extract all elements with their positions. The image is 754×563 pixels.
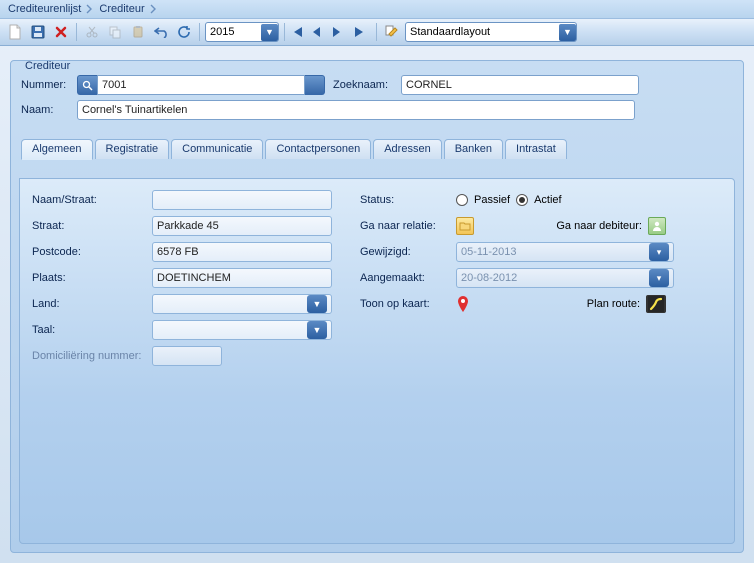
taal-label: Taal: (32, 324, 152, 336)
plaats-label: Plaats: (32, 272, 152, 284)
radio-actief[interactable] (516, 194, 528, 206)
straat-label: Straat: (32, 220, 152, 232)
chevron-right-icon (149, 1, 159, 17)
status-label: Status: (360, 194, 456, 206)
ga-debiteur-label: Ga naar debiteur: (556, 220, 642, 232)
postcode-input[interactable]: 6578 FB (152, 242, 332, 262)
chevron-down-icon: ▼ (261, 24, 278, 41)
nummer-input[interactable]: 7001 (97, 75, 305, 95)
straat-input[interactable]: Parkkade 45 (152, 216, 332, 236)
domiciliering-label: Domiciliëring nummer: (32, 350, 152, 362)
map-pin-icon[interactable] (456, 295, 470, 313)
new-icon[interactable] (5, 22, 25, 42)
toon-kaart-label: Toon op kaart: (360, 298, 456, 310)
last-record-icon[interactable] (353, 26, 371, 38)
calendar-dropdown-icon[interactable]: ▾ (649, 269, 669, 287)
breadcrumb-item-crediteur[interactable]: Crediteur (95, 3, 148, 15)
naam-straat-input[interactable] (152, 190, 332, 210)
save-icon[interactable] (28, 22, 48, 42)
undo-icon[interactable] (151, 22, 171, 42)
separator (199, 23, 200, 41)
cut-icon[interactable] (82, 22, 102, 42)
nummer-label: Nummer: (21, 79, 77, 91)
aangemaakt-label: Aangemaakt: (360, 272, 456, 284)
tab-bar: Algemeen Registratie Communicatie Contac… (11, 139, 743, 159)
plan-route-label: Plan route: (587, 298, 640, 310)
header-fields: Nummer: 7001 Zoeknaam: CORNEL Naam: Corn… (11, 61, 743, 133)
land-label: Land: (32, 298, 152, 310)
crediteur-group: Crediteur Nummer: 7001 Zoeknaam: CORNEL … (10, 60, 744, 553)
ga-relatie-label: Ga naar relatie: (360, 220, 456, 232)
chevron-down-icon: ▼ (307, 295, 327, 313)
year-value: 2015 (210, 26, 234, 38)
tab-contactpersonen[interactable]: Contactpersonen (265, 139, 371, 159)
tab-panel-algemeen: Naam/Straat: Straat: Parkkade 45 Postcod… (19, 178, 735, 544)
naam-label: Naam: (21, 104, 77, 116)
layout-selector[interactable]: Standaardlayout ▼ (405, 22, 577, 42)
calendar-dropdown-icon[interactable]: ▾ (649, 243, 669, 261)
tab-banken[interactable]: Banken (444, 139, 503, 159)
naam-straat-label: Naam/Straat: (32, 194, 152, 206)
breadcrumb-item-list[interactable]: Crediteurenlijst (4, 3, 85, 15)
gewijzigd-label: Gewijzigd: (360, 246, 456, 258)
gewijzigd-input: 05-11-2013 ▾ (456, 242, 674, 262)
left-column: Naam/Straat: Straat: Parkkade 45 Postcod… (32, 189, 342, 371)
prev-record-icon[interactable] (311, 26, 329, 38)
chevron-right-icon (85, 1, 95, 17)
land-combo[interactable]: ▼ (152, 294, 332, 314)
aangemaakt-input: 20-08-2012 ▾ (456, 268, 674, 288)
year-selector[interactable]: 2015 ▼ (205, 22, 279, 42)
domiciliering-input (152, 346, 222, 366)
refresh-icon[interactable] (174, 22, 194, 42)
separator (284, 23, 285, 41)
layout-value: Standaardlayout (410, 26, 490, 38)
route-icon[interactable] (646, 295, 666, 313)
group-title: Crediteur (21, 60, 74, 72)
breadcrumb: Crediteurenlijst Crediteur (0, 0, 754, 18)
tab-algemeen[interactable]: Algemeen (21, 139, 93, 160)
paste-icon[interactable] (128, 22, 148, 42)
tab-registratie[interactable]: Registratie (95, 139, 170, 159)
postcode-label: Postcode: (32, 246, 152, 258)
chevron-down-icon: ▼ (307, 321, 327, 339)
lookup-dropdown-icon[interactable] (305, 75, 325, 95)
next-record-icon[interactable] (332, 26, 350, 38)
actief-label: Actief (534, 194, 562, 206)
chevron-down-icon: ▼ (559, 24, 576, 41)
toolbar: 2015 ▼ Standaardlayout ▼ (0, 18, 754, 46)
tab-adressen[interactable]: Adressen (373, 139, 441, 159)
layout-edit-icon[interactable] (382, 22, 402, 42)
zoeknaam-input[interactable]: CORNEL (401, 75, 639, 95)
delete-icon[interactable] (51, 22, 71, 42)
tab-communicatie[interactable]: Communicatie (171, 139, 263, 159)
radio-passief[interactable] (456, 194, 468, 206)
right-column: Status: Passief Actief Ga naar relatie: (360, 189, 690, 319)
nummer-lookup[interactable]: 7001 (77, 75, 325, 95)
first-record-icon[interactable] (290, 26, 308, 38)
zoeknaam-label: Zoeknaam: (333, 79, 401, 91)
person-icon[interactable] (648, 217, 666, 235)
passief-label: Passief (474, 194, 510, 206)
tab-intrastat[interactable]: Intrastat (505, 139, 567, 159)
naam-input[interactable]: Cornel's Tuinartikelen (77, 100, 635, 120)
search-icon[interactable] (77, 75, 97, 95)
separator (76, 23, 77, 41)
separator (376, 23, 377, 41)
folder-icon[interactable] (456, 217, 474, 235)
copy-icon[interactable] (105, 22, 125, 42)
taal-combo[interactable]: ▼ (152, 320, 332, 340)
plaats-input[interactable]: DOETINCHEM (152, 268, 332, 288)
